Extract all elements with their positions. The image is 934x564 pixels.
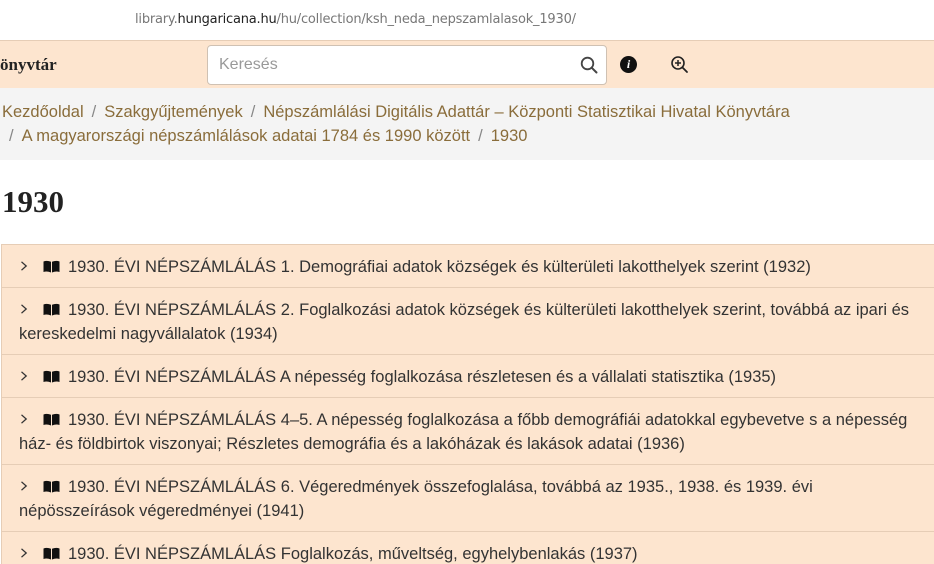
breadcrumb-separator: /: [478, 127, 483, 145]
breadcrumb-item-collections[interactable]: Szakgyűjtemények: [104, 103, 243, 121]
breadcrumb-item-archive[interactable]: Népszámlálási Digitális Adattár – Közpon…: [263, 103, 789, 121]
book-icon: [43, 260, 60, 273]
chevron-right-icon[interactable]: [19, 481, 29, 491]
book-icon: [43, 547, 60, 560]
site-header: önyvtár i: [0, 40, 934, 88]
info-icon[interactable]: i: [620, 56, 637, 73]
zoom-in-icon: [671, 56, 688, 73]
breadcrumb-item-census-data[interactable]: A magyarországi népszámlálások adatai 17…: [22, 127, 471, 145]
list-item[interactable]: 1930. ÉVI NÉPSZÁMLÁLÁS 1. Demográfiai ad…: [2, 245, 934, 288]
list-item-title[interactable]: 1930. ÉVI NÉPSZÁMLÁLÁS 2. Foglalkozási a…: [19, 301, 909, 343]
list-item-title[interactable]: 1930. ÉVI NÉPSZÁMLÁLÁS 4–5. A népesség f…: [19, 411, 907, 453]
search-box: [207, 45, 607, 85]
list-item[interactable]: 1930. ÉVI NÉPSZÁMLÁLÁS 4–5. A népesség f…: [2, 398, 934, 465]
list-item[interactable]: 1930. ÉVI NÉPSZÁMLÁLÁS 6. Végeredmények …: [2, 465, 934, 532]
list-item[interactable]: 1930. ÉVI NÉPSZÁMLÁLÁS Foglalkozás, műve…: [2, 532, 934, 564]
chevron-right-icon[interactable]: [19, 304, 29, 314]
breadcrumb: Kezdőoldal / Szakgyűjtemények / Népszámlálás…: [0, 88, 934, 160]
list-item-title[interactable]: 1930. ÉVI NÉPSZÁMLÁLÁS 1. Demográfiai ad…: [68, 258, 811, 276]
chevron-right-icon[interactable]: [19, 414, 29, 424]
page-title: 1930: [2, 184, 64, 219]
search-icon: [580, 56, 598, 74]
search-input[interactable]: [208, 46, 568, 84]
volume-list: 1930. ÉVI NÉPSZÁMLÁLÁS 1. Demográfiai ad…: [1, 244, 934, 564]
book-icon: [43, 480, 60, 493]
search-button[interactable]: [572, 46, 606, 84]
book-icon: [43, 370, 60, 383]
chevron-right-icon[interactable]: [19, 548, 29, 558]
book-icon: [43, 413, 60, 426]
breadcrumb-separator: /: [91, 103, 97, 121]
chevron-right-icon[interactable]: [19, 261, 29, 271]
breadcrumb-separator: /: [9, 127, 14, 145]
zoom-in-button[interactable]: [670, 55, 690, 75]
list-item-title[interactable]: 1930. ÉVI NÉPSZÁMLÁLÁS 6. Végeredmények …: [19, 478, 813, 520]
list-item[interactable]: 1930. ÉVI NÉPSZÁMLÁLÁS 2. Foglalkozási a…: [2, 288, 934, 355]
list-item[interactable]: 1930. ÉVI NÉPSZÁMLÁLÁS A népesség foglal…: [2, 355, 934, 398]
url-text[interactable]: library.hungaricana.hu/hu/collection/ksh…: [135, 12, 576, 27]
address-bar[interactable]: library.hungaricana.hu/hu/collection/ksh…: [0, 0, 934, 40]
site-brand[interactable]: önyvtár: [0, 55, 57, 75]
breadcrumb-item-home[interactable]: Kezdőoldal: [2, 103, 84, 121]
chevron-right-icon[interactable]: [19, 371, 29, 381]
list-item-title[interactable]: 1930. ÉVI NÉPSZÁMLÁLÁS Foglalkozás, műve…: [68, 545, 638, 563]
breadcrumb-item-current[interactable]: 1930: [491, 127, 528, 145]
book-icon: [43, 303, 60, 316]
list-item-title[interactable]: 1930. ÉVI NÉPSZÁMLÁLÁS A népesség foglal…: [68, 368, 776, 386]
breadcrumb-separator: /: [250, 103, 256, 121]
